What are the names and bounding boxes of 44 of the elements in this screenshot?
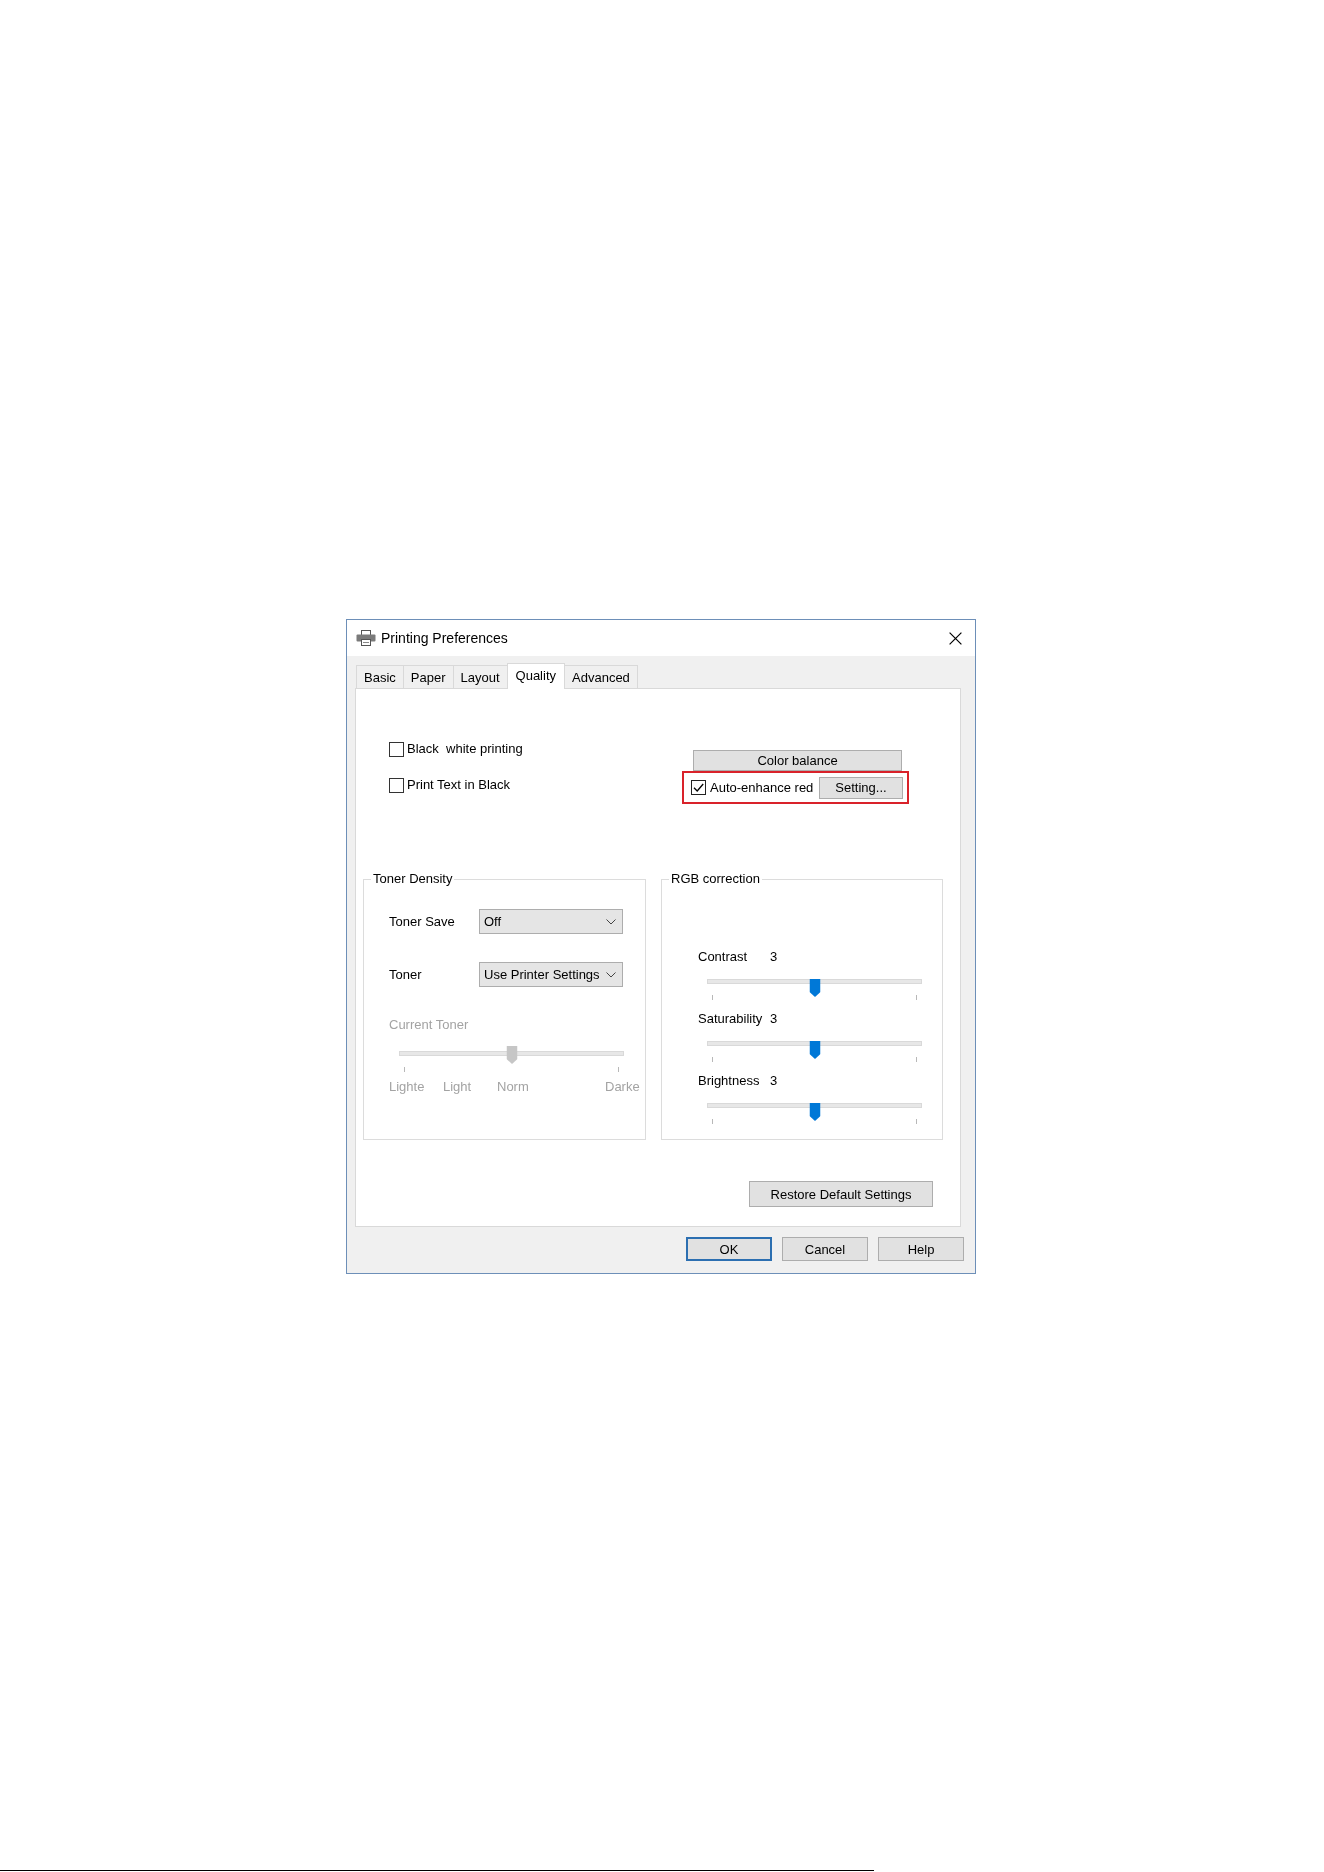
slider-tick-label: Darke — [605, 1079, 640, 1095]
tab[interactable]: Quality — [506, 663, 565, 689]
slider-value: 3 — [770, 1073, 778, 1088]
slider-label: Contrast — [698, 949, 749, 965]
slider-thumb[interactable] — [809, 1041, 820, 1059]
slider-label: Current Toner — [389, 1017, 469, 1033]
tab[interactable]: Advanced — [564, 665, 638, 688]
dialog-button[interactable]: Cancel — [782, 1237, 868, 1261]
slider-thumb[interactable] — [809, 979, 820, 997]
checkbox[interactable] — [389, 777, 404, 793]
dialog-button[interactable]: OK — [686, 1237, 772, 1261]
checkbox-label[interactable]: Auto-enhance red — [710, 779, 814, 796]
close-icon[interactable] — [949, 631, 962, 645]
slider-track[interactable] — [399, 1046, 624, 1072]
tab[interactable]: Basic — [356, 665, 404, 688]
slider-label: Brightness — [698, 1073, 761, 1089]
printer-icon — [356, 630, 376, 646]
tab[interactable]: Layout — [452, 665, 508, 688]
group-title: Toner Density — [372, 871, 454, 887]
tab[interactable]: Paper — [402, 665, 454, 688]
field-label: Toner Save — [389, 914, 456, 929]
slider-label: Saturability — [698, 1011, 764, 1027]
slider-thumb[interactable] — [809, 1103, 820, 1121]
field-label: Toner — [389, 967, 423, 982]
dropdown[interactable]: Off — [479, 909, 623, 934]
slider-value: 3 — [770, 949, 778, 964]
slider-tick-label: Norm — [497, 1079, 530, 1095]
checkbox[interactable] — [691, 780, 706, 795]
setting-button[interactable]: Setting... — [819, 776, 903, 799]
chevron-down-icon — [606, 918, 616, 925]
group-title: RGB correction — [670, 871, 761, 887]
slider-tick-label: Light — [443, 1079, 473, 1095]
checkbox[interactable] — [389, 741, 404, 757]
check-icon — [692, 781, 705, 794]
restore-defaults-button[interactable]: Restore Default Settings — [749, 1181, 933, 1207]
dialog-button[interactable]: Help — [878, 1237, 964, 1261]
checkbox-label[interactable]: Print Text in Black — [407, 777, 511, 793]
color-balance-button[interactable]: Color balance — [693, 750, 902, 771]
chevron-down-icon — [606, 971, 616, 978]
dropdown[interactable]: Use Printer Settings — [479, 962, 623, 987]
slider-value: 3 — [770, 1011, 778, 1026]
window-title: Printing Preferences — [381, 630, 508, 646]
slider-tick-label: Lighte — [389, 1079, 426, 1095]
checkbox-label[interactable]: Black white printing — [407, 741, 523, 757]
